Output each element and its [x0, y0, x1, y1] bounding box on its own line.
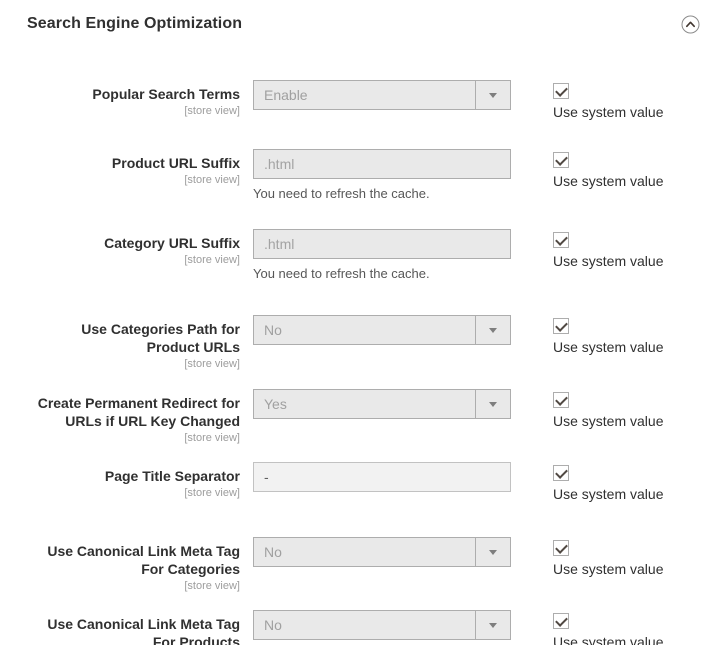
field-row-permanent-redirect: Create Permanent Redirect for URLs if UR…: [27, 389, 700, 446]
scope-label: [store view]: [27, 253, 240, 268]
use-system-value-block: Use system value: [553, 610, 663, 645]
use-system-value-label[interactable]: Use system value: [553, 104, 663, 120]
select-value: Yes: [254, 390, 475, 418]
field-label-block: Use Canonical Link Meta Tag For Categori…: [27, 537, 240, 594]
use-system-value-label[interactable]: Use system value: [553, 634, 663, 645]
field-label: Popular Search Terms: [27, 85, 240, 103]
use-system-value-block: Use system value: [553, 229, 663, 269]
field-label-block: Use Categories Path for Product URLs [st…: [27, 315, 240, 372]
use-system-value-label[interactable]: Use system value: [553, 173, 663, 189]
select-value: Enable: [254, 81, 475, 109]
use-system-value-checkbox[interactable]: [553, 152, 569, 168]
field-control-block: You need to refresh the cache.: [253, 149, 511, 201]
select-arrow-box: [475, 538, 510, 566]
use-system-value-label[interactable]: Use system value: [553, 339, 663, 355]
use-system-value-block: Use system value: [553, 462, 663, 502]
select-value: No: [254, 316, 475, 344]
field-label: Use Canonical Link Meta Tag For Products: [27, 615, 240, 645]
collapse-section-button[interactable]: [680, 14, 700, 34]
scope-label: [store view]: [27, 173, 240, 188]
field-label: Use Categories Path for Product URLs: [27, 320, 240, 356]
use-system-value-block: Use system value: [553, 149, 663, 189]
caret-down-icon: [489, 623, 497, 628]
field-label: Product URL Suffix: [27, 154, 240, 172]
canonical-categories-select[interactable]: No: [253, 537, 511, 567]
use-system-value-checkbox[interactable]: [553, 613, 569, 629]
canonical-products-select[interactable]: No: [253, 610, 511, 640]
product-url-suffix-input[interactable]: [253, 149, 511, 179]
use-system-value-block: Use system value: [553, 537, 663, 577]
use-system-value-checkbox[interactable]: [553, 232, 569, 248]
scope-label: [store view]: [27, 486, 240, 501]
use-system-value-checkbox[interactable]: [553, 392, 569, 408]
field-row-use-categories-path: Use Categories Path for Product URLs [st…: [27, 315, 700, 372]
field-control-block: You need to refresh the cache.: [253, 229, 511, 281]
use-system-value-checkbox[interactable]: [553, 540, 569, 556]
use-system-value-label[interactable]: Use system value: [553, 486, 663, 502]
caret-down-icon: [489, 550, 497, 555]
field-label: Create Permanent Redirect for URLs if UR…: [27, 394, 240, 430]
field-row-canonical-categories: Use Canonical Link Meta Tag For Categori…: [27, 537, 700, 594]
field-control-block: No: [253, 315, 511, 345]
use-system-value-block: Use system value: [553, 80, 663, 120]
scope-label: [store view]: [27, 104, 240, 119]
use-system-value-label[interactable]: Use system value: [553, 413, 663, 429]
field-control-block: [253, 462, 511, 492]
section-title: Search Engine Optimization: [27, 15, 242, 33]
select-arrow-box: [475, 611, 510, 639]
seo-config-panel: Search Engine Optimization Popular Searc…: [0, 0, 727, 645]
field-label: Page Title Separator: [27, 467, 240, 485]
field-label: Category URL Suffix: [27, 234, 240, 252]
select-arrow-box: [475, 316, 510, 344]
field-label: Use Canonical Link Meta Tag For Categori…: [27, 542, 240, 578]
field-note: You need to refresh the cache.: [253, 266, 511, 281]
scope-label: [store view]: [27, 579, 240, 594]
field-label-block: Product URL Suffix [store view]: [27, 149, 240, 188]
caret-down-icon: [489, 402, 497, 407]
use-system-value-checkbox[interactable]: [553, 318, 569, 334]
field-label-block: Popular Search Terms [store view]: [27, 80, 240, 119]
use-categories-path-select[interactable]: No: [253, 315, 511, 345]
use-system-value-label[interactable]: Use system value: [553, 561, 663, 577]
field-control-block: No: [253, 537, 511, 567]
select-value: No: [254, 611, 475, 639]
field-row-page-title-separator: Page Title Separator [store view] Use sy…: [27, 462, 700, 502]
field-label-block: Page Title Separator [store view]: [27, 462, 240, 501]
field-note: You need to refresh the cache.: [253, 186, 511, 201]
category-url-suffix-input[interactable]: [253, 229, 511, 259]
chevron-up-circle-icon: [681, 15, 700, 34]
permanent-redirect-select[interactable]: Yes: [253, 389, 511, 419]
use-system-value-checkbox[interactable]: [553, 465, 569, 481]
field-row-canonical-products: Use Canonical Link Meta Tag For Products…: [27, 610, 700, 645]
section-header: Search Engine Optimization: [27, 14, 700, 34]
field-label-block: Category URL Suffix [store view]: [27, 229, 240, 268]
field-control-block: No: [253, 610, 511, 640]
field-label-block: Use Canonical Link Meta Tag For Products…: [27, 610, 240, 645]
scope-label: [store view]: [27, 357, 240, 372]
caret-down-icon: [489, 328, 497, 333]
field-control-block: Yes: [253, 389, 511, 419]
page-title-separator-input[interactable]: [253, 462, 511, 492]
select-arrow-box: [475, 81, 510, 109]
use-system-value-block: Use system value: [553, 389, 663, 429]
select-value: No: [254, 538, 475, 566]
select-arrow-box: [475, 390, 510, 418]
caret-down-icon: [489, 93, 497, 98]
scope-label: [store view]: [27, 431, 240, 446]
use-system-value-label[interactable]: Use system value: [553, 253, 663, 269]
popular-search-terms-select[interactable]: Enable: [253, 80, 511, 110]
use-system-value-block: Use system value: [553, 315, 663, 355]
field-row-popular-search-terms: Popular Search Terms [store view] Enable…: [27, 80, 700, 120]
field-control-block: Enable: [253, 80, 511, 110]
field-row-category-url-suffix: Category URL Suffix [store view] You nee…: [27, 229, 700, 281]
use-system-value-checkbox[interactable]: [553, 83, 569, 99]
field-row-product-url-suffix: Product URL Suffix [store view] You need…: [27, 149, 700, 201]
field-label-block: Create Permanent Redirect for URLs if UR…: [27, 389, 240, 446]
